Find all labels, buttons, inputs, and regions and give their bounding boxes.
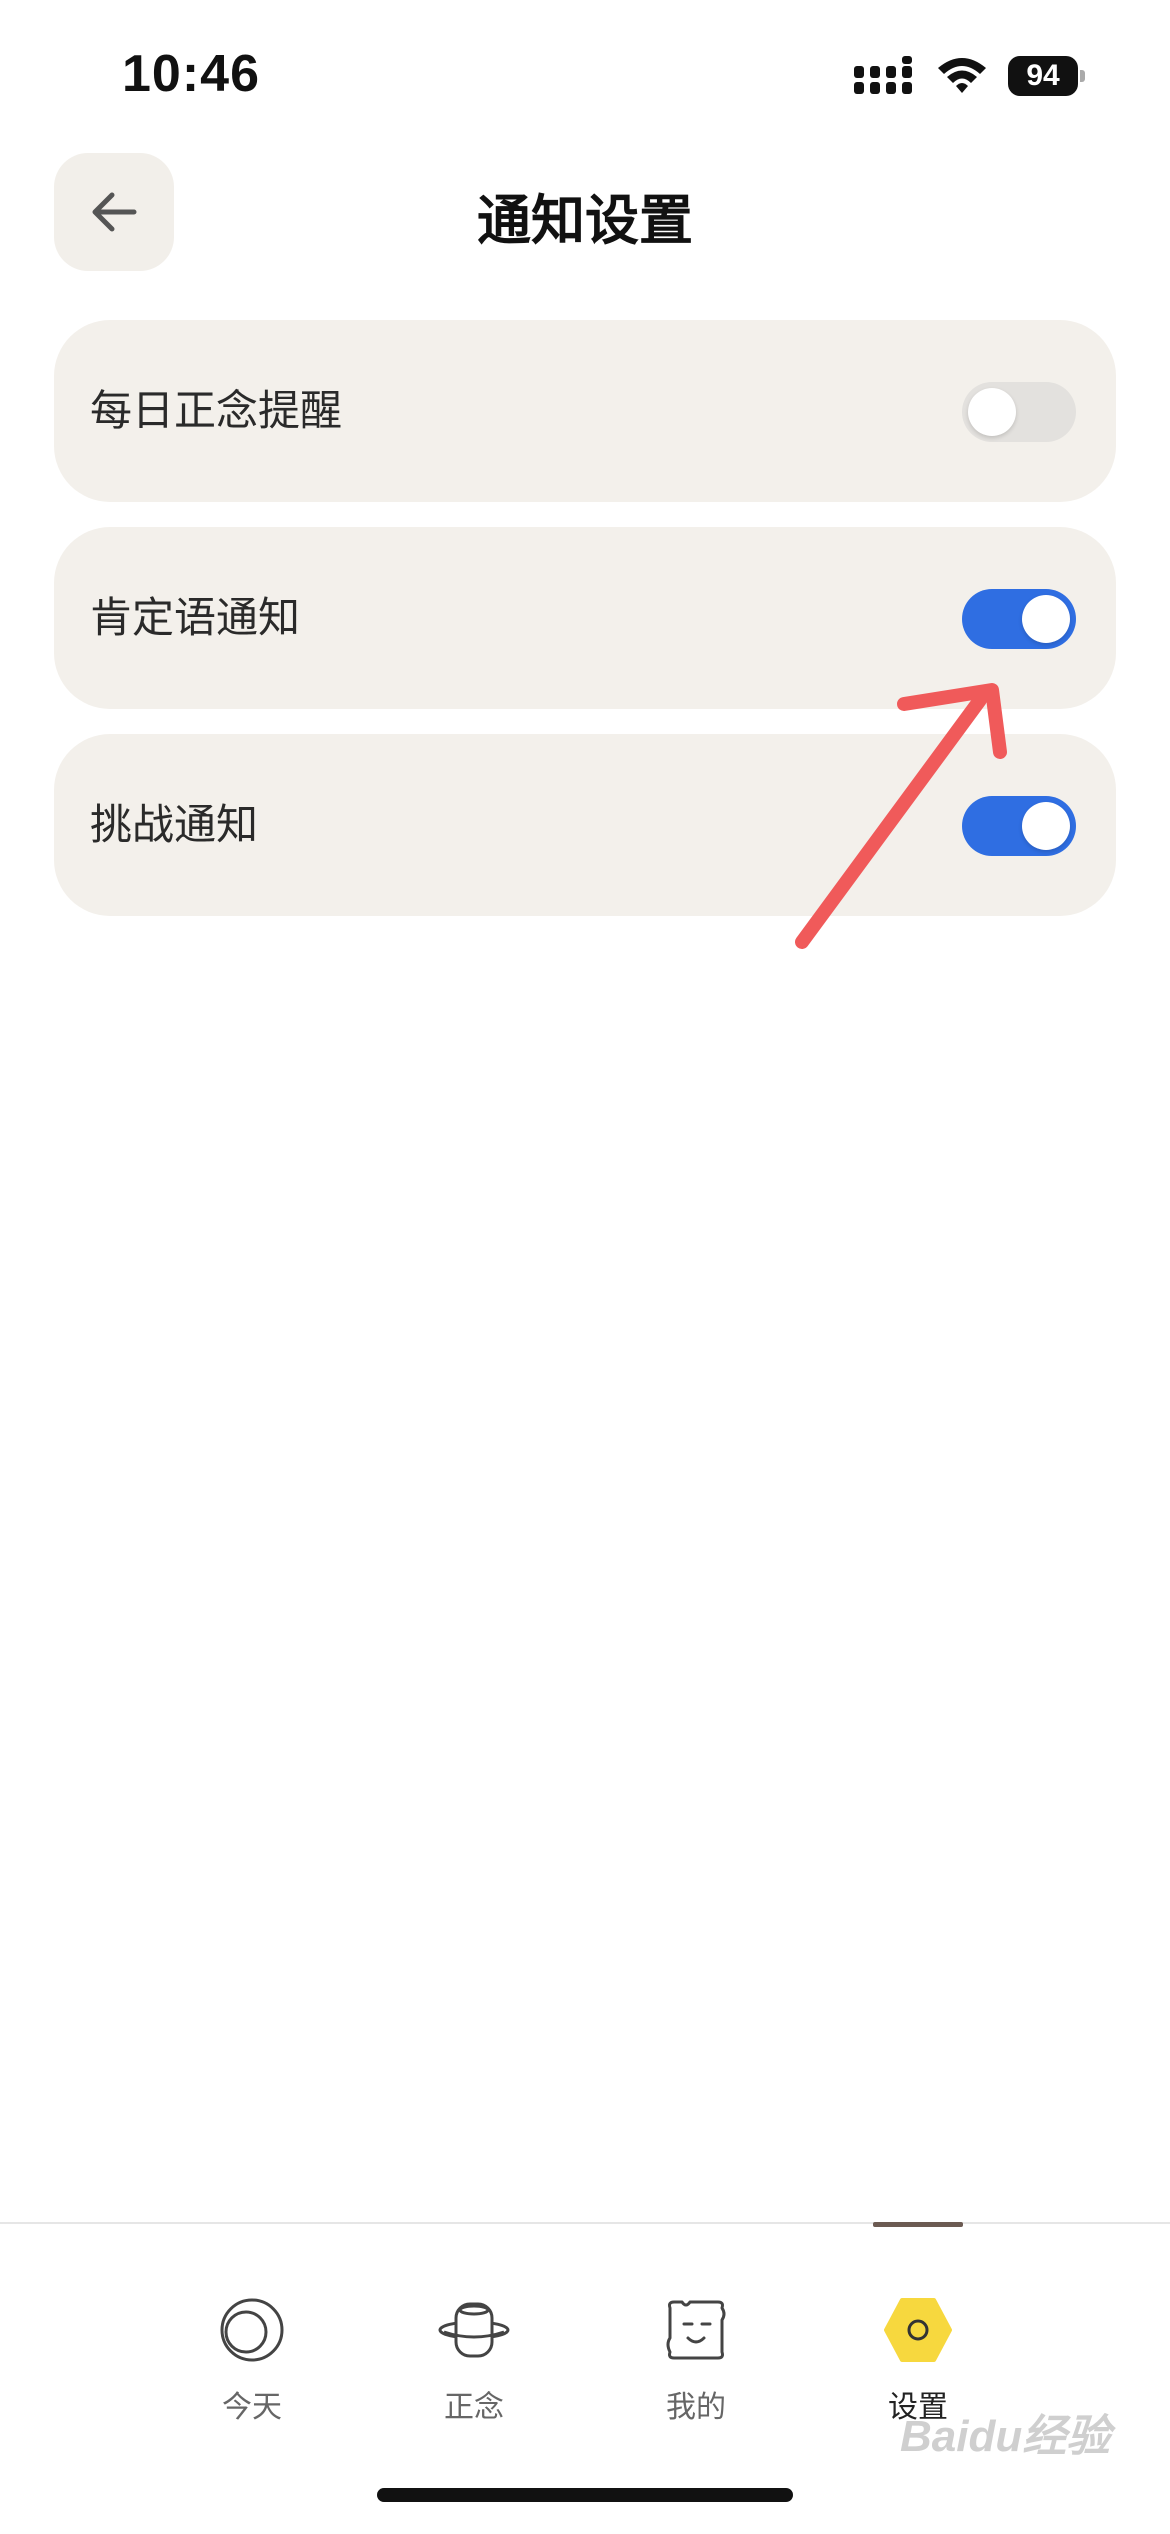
status-time: 10:46	[122, 45, 260, 103]
daily-mindfulness-toggle[interactable]	[962, 382, 1076, 442]
active-tab-indicator	[873, 2222, 963, 2227]
setting-label: 肯定语通知	[90, 593, 301, 642]
cellular-signal-icon	[854, 56, 912, 94]
battery-indicator: 94	[1008, 56, 1086, 96]
setting-label: 挑战通知	[90, 800, 259, 849]
tab-mine[interactable]: 我的	[616, 2264, 776, 2425]
tab-settings[interactable]: 设置	[838, 2264, 998, 2425]
affirmation-toggle[interactable]	[962, 589, 1076, 649]
home-indicator	[377, 2488, 793, 2502]
tab-label: 我的	[666, 2390, 726, 2425]
smiley-square-icon	[666, 2300, 726, 2360]
battery-tip	[1080, 70, 1085, 82]
wifi-icon	[938, 58, 986, 93]
annotation-arrow-icon	[795, 683, 1007, 949]
hexagon-icon	[884, 2298, 952, 2362]
planet-icon	[438, 2302, 510, 2358]
tab-today[interactable]: 今天	[172, 2264, 332, 2425]
tab-label: 正念	[444, 2390, 504, 2425]
toggle-knob	[968, 388, 1016, 436]
battery-level: 94	[1008, 56, 1078, 96]
moon-circle-icon	[220, 2298, 284, 2362]
tab-mindfulness[interactable]: 正念	[394, 2264, 554, 2425]
toggle-knob	[1022, 595, 1070, 643]
tab-label: 今天	[222, 2390, 282, 2425]
setting-row-daily-mindfulness: 每日正念提醒	[54, 320, 1116, 502]
watermark: Baidu经验	[900, 2412, 1111, 2461]
setting-label: 每日正念提醒	[90, 386, 343, 435]
status-bar: 10:46 94	[0, 0, 1170, 150]
page-title: 通知设置	[477, 189, 693, 252]
